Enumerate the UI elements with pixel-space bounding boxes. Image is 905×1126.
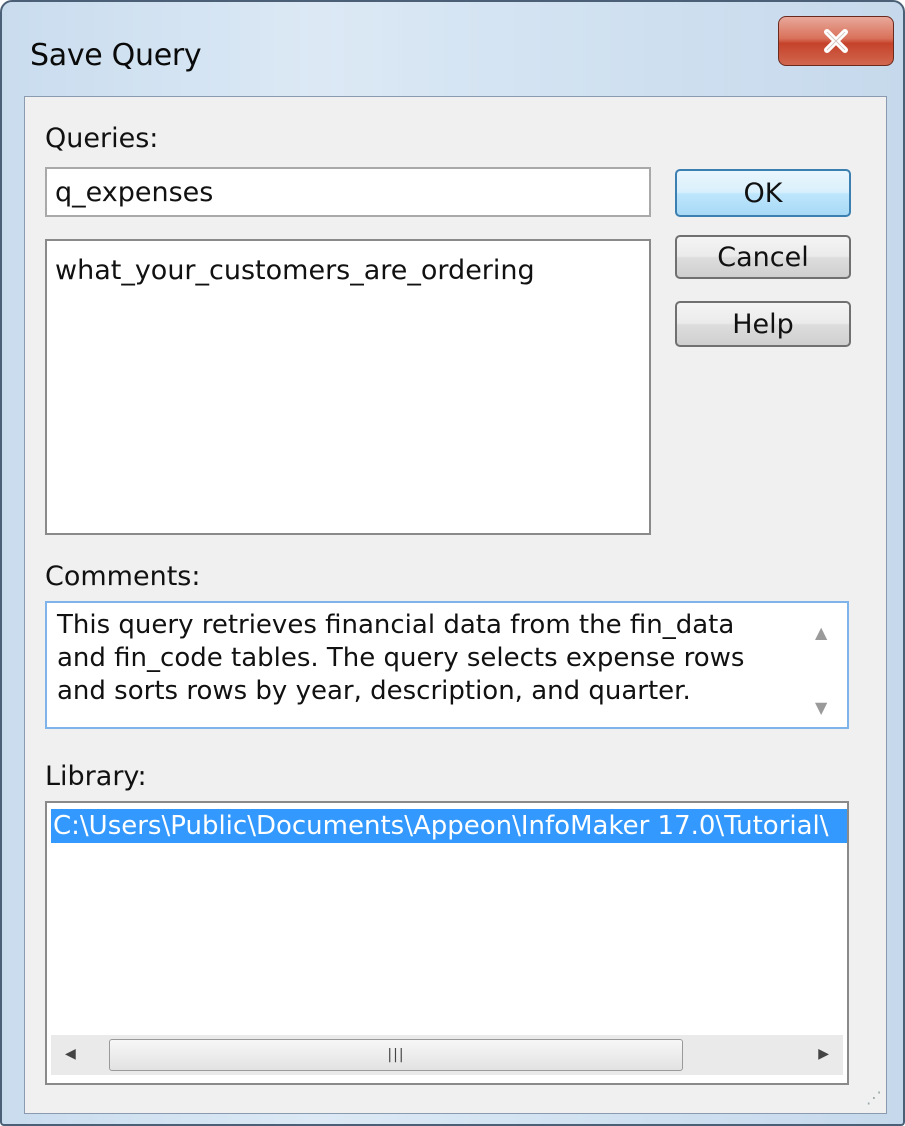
save-query-dialog: Save Query Queries: q_expenses what_your… bbox=[0, 0, 905, 1126]
dialog-body: Queries: q_expenses what_your_customers_… bbox=[24, 96, 887, 1114]
ok-button[interactable]: OK bbox=[675, 169, 851, 217]
comments-label: Comments: bbox=[45, 561, 201, 592]
close-button[interactable] bbox=[778, 16, 894, 66]
queries-label: Queries: bbox=[45, 123, 159, 154]
resize-grip-icon[interactable]: ⋰ bbox=[866, 1088, 882, 1107]
dialog-title: Save Query bbox=[30, 38, 202, 73]
library-list[interactable]: C:\Users\Public\Documents\Appeon\InfoMak… bbox=[45, 801, 849, 1085]
arrow-up-icon[interactable]: ▲ bbox=[815, 623, 827, 642]
queries-list[interactable]: what_your_customers_are_ordering bbox=[45, 239, 651, 535]
list-item[interactable]: what_your_customers_are_ordering bbox=[55, 255, 535, 286]
title-bar[interactable]: Save Query bbox=[2, 2, 903, 96]
scroll-thumb[interactable]: ||| bbox=[109, 1039, 683, 1071]
query-name-value: q_expenses bbox=[55, 177, 214, 208]
library-horizontal-scrollbar[interactable]: ◀ ||| ▶ bbox=[51, 1035, 843, 1075]
library-label: Library: bbox=[45, 761, 147, 792]
cancel-button[interactable]: Cancel bbox=[675, 235, 851, 279]
comments-text: This query retrieves financial data from… bbox=[57, 610, 745, 706]
library-selected-item[interactable]: C:\Users\Public\Documents\Appeon\InfoMak… bbox=[51, 809, 847, 843]
thumb-grip-icon: ||| bbox=[387, 1047, 405, 1063]
comments-scrollbar[interactable]: ▲ ▼ bbox=[805, 607, 843, 723]
query-name-input[interactable]: q_expenses bbox=[45, 167, 651, 217]
arrow-right-icon[interactable]: ▶ bbox=[818, 1046, 829, 1062]
arrow-left-icon[interactable]: ◀ bbox=[65, 1046, 76, 1062]
arrow-down-icon[interactable]: ▼ bbox=[815, 698, 827, 717]
help-button[interactable]: Help bbox=[675, 301, 851, 347]
comments-textarea[interactable]: This query retrieves financial data from… bbox=[45, 601, 849, 729]
close-icon bbox=[824, 29, 848, 53]
